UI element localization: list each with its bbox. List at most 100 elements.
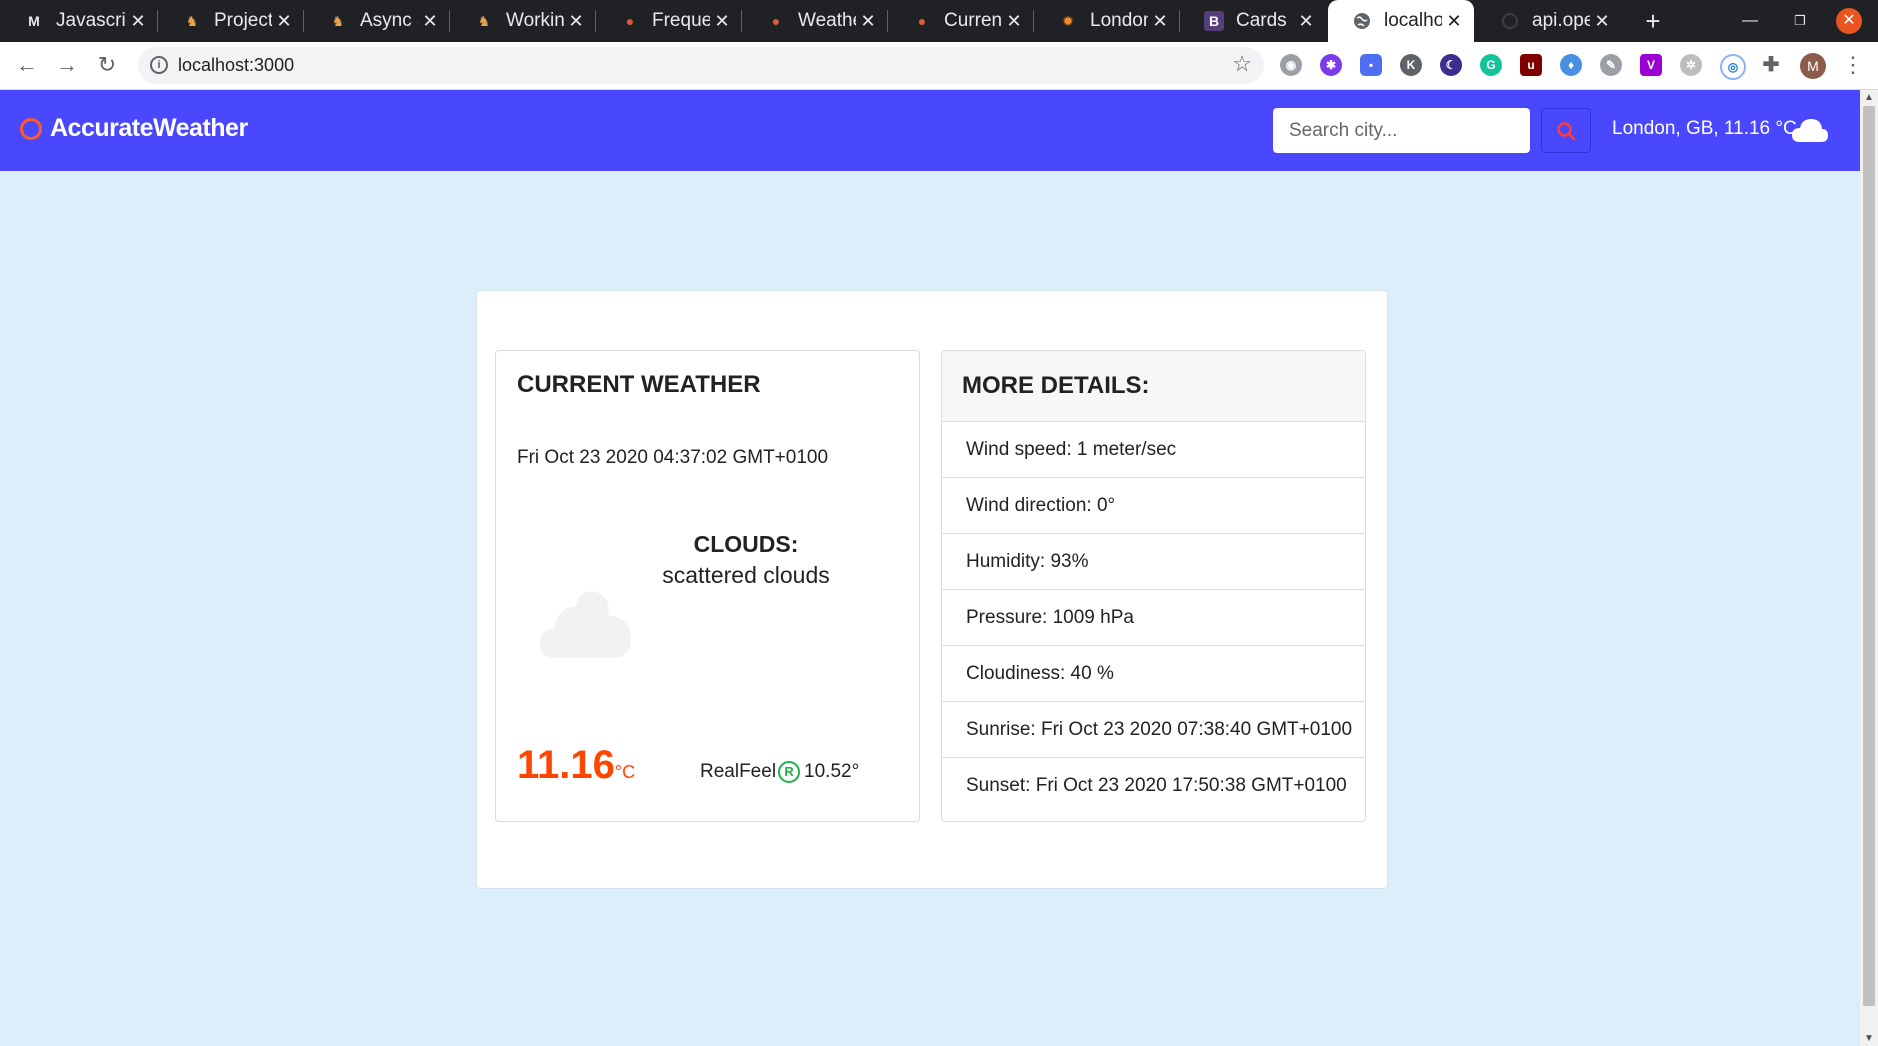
weather-condition: CLOUDS: scattered clouds: [656, 529, 836, 591]
browser-tabstrip: M Javascri ✕ ♞ Project: ✕ ♞ Async a ✕ ♞ …: [0, 0, 1878, 42]
detail-humidity: Humidity: 93%: [942, 534, 1365, 590]
cloud-icon: [1792, 119, 1828, 142]
tab-title: Frequer: [652, 10, 710, 31]
tab-title: Project:: [214, 10, 272, 31]
scroll-up-arrow-icon[interactable]: ▲: [1864, 92, 1874, 103]
browser-menu-icon[interactable]: ⋮: [1842, 52, 1864, 78]
back-button[interactable]: ←: [12, 50, 42, 80]
weather-icon: ●: [771, 13, 781, 29]
page-scrollbar[interactable]: ▲ ▼: [1860, 90, 1878, 1046]
detail-cloudiness: Cloudiness: 40 %: [942, 646, 1365, 702]
app-navbar: AccurateWeather London, GB, 11.16 °C: [0, 90, 1860, 171]
forward-button[interactable]: →: [52, 50, 82, 80]
chat-extension-icon[interactable]: ▪: [1360, 54, 1382, 76]
tab-title: Javascri: [56, 10, 126, 31]
loading-icon: [1500, 11, 1520, 31]
minimize-button[interactable]: —: [1730, 0, 1770, 42]
fox-icon: ♞: [331, 12, 345, 29]
bug-extension-icon[interactable]: ✲: [1680, 54, 1702, 76]
bookmark-star-icon[interactable]: ☆: [1232, 51, 1252, 77]
fox-icon: ♞: [477, 12, 491, 29]
close-tab-icon[interactable]: ✕: [418, 11, 442, 32]
browser-tab[interactable]: ● Weathe ✕: [742, 0, 888, 42]
more-details-title: MORE DETAILS:: [962, 372, 1150, 399]
browser-tab-active[interactable]: localhos ✕: [1328, 0, 1474, 42]
tab-title: api.oper: [1532, 10, 1590, 31]
address-bar[interactable]: i localhost:3000 ☆: [138, 47, 1264, 84]
close-tab-icon[interactable]: ✕: [1294, 11, 1318, 32]
restore-button[interactable]: ❐: [1780, 0, 1820, 42]
browser-tab[interactable]: ♞ Project: ✕: [158, 0, 304, 42]
cloud-icon: [540, 591, 632, 658]
scroll-down-arrow-icon[interactable]: ▼: [1864, 1033, 1874, 1044]
more-details-card: MORE DETAILS: Wind speed: 1 meter/sec Wi…: [941, 350, 1366, 822]
puzzle-extensions-icon[interactable]: ✚: [1760, 54, 1782, 76]
current-weather-card: CURRENT WEATHER Fri Oct 23 2020 04:37:02…: [495, 350, 920, 822]
moon-extension-icon[interactable]: ☾: [1440, 54, 1462, 76]
m-icon: M: [28, 13, 40, 29]
tab-title: Working: [506, 10, 564, 31]
ublock-extension-icon[interactable]: u: [1520, 54, 1542, 76]
tab-title: Cards · I: [1236, 10, 1294, 31]
realfeel-value: 10.52°: [804, 761, 860, 782]
current-date: Fri Oct 23 2020 04:37:02 GMT+0100: [517, 447, 829, 468]
more-details-header: MORE DETAILS:: [942, 351, 1365, 422]
k-extension-icon[interactable]: K: [1400, 54, 1422, 76]
close-tab-icon[interactable]: ✕: [1442, 11, 1466, 32]
tab-title: Weathe: [798, 10, 856, 31]
browser-tab[interactable]: api.oper ✕: [1476, 0, 1622, 42]
browser-tab[interactable]: B Cards · I ✕: [1180, 0, 1326, 42]
camera-extension-icon[interactable]: ◉: [1280, 54, 1302, 76]
drop-extension-icon[interactable]: ♦: [1560, 54, 1582, 76]
tab-title: London: [1090, 10, 1148, 31]
close-tab-icon[interactable]: ✕: [1590, 11, 1614, 32]
new-tab-button[interactable]: +: [1636, 4, 1670, 38]
temperature: 11.16°C: [517, 743, 635, 788]
registered-icon: R: [778, 761, 801, 783]
dropper-extension-icon[interactable]: ✎: [1600, 54, 1622, 76]
reload-button[interactable]: ↻: [92, 50, 122, 80]
page-viewport: AccurateWeather London, GB, 11.16 °C CUR…: [0, 90, 1860, 1046]
window-close-button[interactable]: ✕: [1836, 8, 1862, 34]
tab-title: Current: [944, 10, 1002, 31]
search-button[interactable]: [1541, 108, 1591, 153]
close-tab-icon[interactable]: ✕: [856, 11, 880, 32]
condition-label: CLOUDS:: [693, 531, 799, 557]
close-tab-icon[interactable]: ✕: [1002, 11, 1026, 32]
detail-sunset: Sunset: Fri Oct 23 2020 17:50:38 GMT+010…: [966, 775, 1347, 796]
globe-icon: [1352, 11, 1372, 31]
url-text: localhost:3000: [178, 55, 295, 75]
browser-tab[interactable]: ● Frequer ✕: [596, 0, 742, 42]
close-tab-icon[interactable]: ✕: [710, 11, 734, 32]
detail-wind-speed: Wind speed: 1 meter/sec: [942, 422, 1365, 478]
brand-link[interactable]: AccurateWeather: [20, 114, 248, 143]
browser-tab[interactable]: M Javascri ✕: [0, 0, 158, 42]
realfeel: RealFeel R 10.52°: [700, 761, 859, 783]
browser-toolbar: ← → ↻ i localhost:3000 ☆ ◉ ✱ ▪ K ☾ G u ♦…: [0, 42, 1878, 90]
current-weather-title: CURRENT WEATHER: [517, 371, 761, 398]
v-extension-icon[interactable]: V: [1640, 54, 1662, 76]
location-summary: London, GB, 11.16 °C: [1612, 118, 1797, 139]
profile-avatar[interactable]: M: [1800, 53, 1826, 79]
close-tab-icon[interactable]: ✕: [126, 11, 150, 32]
browser-tab[interactable]: ♞ Async a ✕: [304, 0, 450, 42]
browser-tab[interactable]: ✹ London ✕: [1034, 0, 1180, 42]
search-icon: [1557, 121, 1576, 140]
grammarly-extension-icon[interactable]: G: [1480, 54, 1502, 76]
browser-tab[interactable]: ♞ Working ✕: [450, 0, 596, 42]
compass-extension-icon[interactable]: ◎: [1720, 54, 1746, 80]
scrollbar-thumb[interactable]: [1863, 106, 1875, 1006]
asterisk-extension-icon[interactable]: ✱: [1320, 54, 1342, 76]
temperature-unit: °C: [614, 762, 636, 782]
detail-wind-direction: Wind direction: 0°: [942, 478, 1365, 534]
close-tab-icon[interactable]: ✕: [564, 11, 588, 32]
realfeel-label: RealFeel: [700, 761, 777, 782]
close-tab-icon[interactable]: ✕: [272, 11, 296, 32]
sun-icon: ✹: [1062, 12, 1074, 29]
browser-tab[interactable]: ● Current ✕: [888, 0, 1034, 42]
sun-logo-icon: [20, 117, 42, 140]
city-search-input[interactable]: [1273, 108, 1530, 153]
site-info-icon[interactable]: i: [150, 56, 168, 74]
tab-title: localhos: [1384, 10, 1442, 31]
close-tab-icon[interactable]: ✕: [1148, 11, 1172, 32]
